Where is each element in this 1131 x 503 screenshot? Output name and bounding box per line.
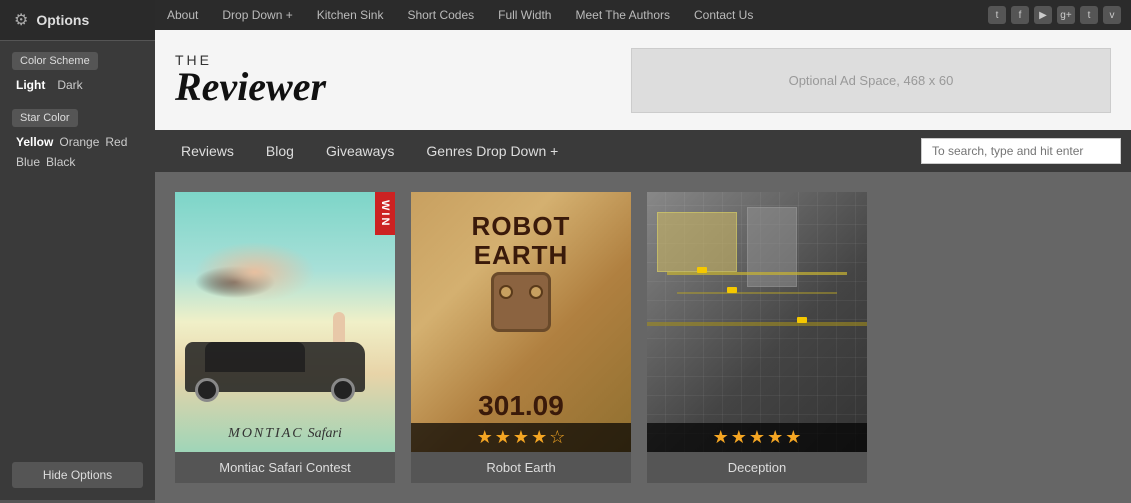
logo-reviewer: Reviewer	[175, 64, 326, 109]
social-twitter-icon[interactable]: t	[988, 6, 1006, 24]
top-nav-authors[interactable]: Meet The Authors	[563, 0, 682, 30]
book-title-2: Robot Earth	[411, 452, 631, 483]
star-d-1: ★	[713, 427, 729, 448]
site-logo[interactable]: THE Reviewer	[175, 53, 326, 107]
book-title-3: Deception	[647, 452, 867, 483]
site-header: THE Reviewer Optional Ad Space, 468 x 60	[155, 30, 1131, 130]
star-d-4: ★	[767, 427, 783, 448]
star-1: ★	[477, 427, 493, 448]
robot-earth-text: ROBOTEARTH	[431, 212, 611, 269]
star-d-5: ★	[785, 427, 801, 448]
star-color-red[interactable]: Red	[105, 135, 127, 149]
main-nav-links: Reviews Blog Giveaways Genres Drop Down …	[165, 130, 574, 172]
ad-space: Optional Ad Space, 468 x 60	[631, 48, 1111, 113]
book-card-2: ROBOTEARTH 301.09 ★ ★ ★ ★ ☆ Robot	[411, 192, 631, 483]
color-scheme-dark[interactable]: Dark	[57, 78, 82, 92]
book-stars-2: ★ ★ ★ ★ ☆	[411, 423, 631, 452]
book-card-3: ★ ★ ★ ★ ★ Deception	[647, 192, 867, 483]
book-cover-2[interactable]: ROBOTEARTH 301.09 ★ ★ ★ ★ ☆	[411, 192, 631, 452]
robot-earth-number: 301.09	[478, 390, 564, 422]
content-area: WIN MONTIAC Safari Montiac Safari Contes…	[155, 172, 1131, 503]
nav-reviews[interactable]: Reviews	[165, 130, 250, 172]
top-nav-links: About Drop Down + Kitchen Sink Short Cod…	[155, 0, 765, 30]
star-color-label: Star Color	[12, 109, 78, 127]
color-scheme-section: Color Scheme Light Dark	[0, 41, 155, 98]
top-nav-dropdown[interactable]: Drop Down +	[210, 0, 304, 30]
color-scheme-label: Color Scheme	[12, 52, 98, 70]
star-4: ★	[531, 427, 547, 448]
win-badge: WIN	[375, 192, 395, 235]
star-d-3: ★	[749, 427, 765, 448]
options-panel: ⚙ Options Color Scheme Light Dark Star C…	[0, 0, 155, 500]
star-color-section: Star Color Yellow Orange Red Blue Black	[0, 98, 155, 175]
star-2: ★	[495, 427, 511, 448]
options-title: Options	[36, 12, 89, 28]
star-color-orange[interactable]: Orange	[59, 135, 99, 149]
hide-options-button[interactable]: Hide Options	[12, 462, 143, 488]
social-google-icon[interactable]: g+	[1057, 6, 1075, 24]
color-scheme-light[interactable]: Light	[16, 78, 45, 92]
book-stars-3: ★ ★ ★ ★ ★	[647, 423, 867, 452]
star-half: ☆	[549, 427, 565, 448]
social-facebook-icon[interactable]: f	[1011, 6, 1029, 24]
main-nav: Reviews Blog Giveaways Genres Drop Down …	[155, 130, 1131, 172]
social-vimeo-icon[interactable]: v	[1103, 6, 1121, 24]
main-wrapper: About Drop Down + Kitchen Sink Short Cod…	[155, 0, 1131, 503]
star-d-2: ★	[731, 427, 747, 448]
top-nav-kitchen-sink[interactable]: Kitchen Sink	[305, 0, 396, 30]
book-title-1: Montiac Safari Contest	[175, 452, 395, 483]
star-color-blue[interactable]: Blue	[16, 155, 40, 169]
nav-blog[interactable]: Blog	[250, 130, 310, 172]
nav-giveaways[interactable]: Giveaways	[310, 130, 410, 172]
search-input[interactable]	[921, 138, 1121, 164]
star-3: ★	[513, 427, 529, 448]
social-youtube-icon[interactable]: ▶	[1034, 6, 1052, 24]
social-tumblr-icon[interactable]: t	[1080, 6, 1098, 24]
gear-icon: ⚙	[14, 10, 28, 30]
color-scheme-options: Light Dark	[12, 78, 143, 92]
top-nav-contact[interactable]: Contact Us	[682, 0, 765, 30]
social-icons: t f ▶ g+ t v	[988, 6, 1121, 24]
star-color-yellow[interactable]: Yellow	[16, 135, 53, 149]
book-cover-1[interactable]: WIN MONTIAC Safari	[175, 192, 395, 452]
star-color-options: Yellow Orange Red Blue Black	[12, 135, 143, 169]
star-color-black[interactable]: Black	[46, 155, 75, 169]
top-nav-about[interactable]: About	[155, 0, 210, 30]
ad-space-text: Optional Ad Space, 468 x 60	[789, 73, 954, 88]
top-nav-full-width[interactable]: Full Width	[486, 0, 563, 30]
nav-genres[interactable]: Genres Drop Down +	[410, 130, 574, 172]
book-card-1: WIN MONTIAC Safari Montiac Safari Contes…	[175, 192, 395, 483]
options-header: ⚙ Options	[0, 0, 155, 41]
top-nav: About Drop Down + Kitchen Sink Short Cod…	[155, 0, 1131, 30]
top-nav-short-codes[interactable]: Short Codes	[395, 0, 486, 30]
book-cover-3[interactable]: ★ ★ ★ ★ ★	[647, 192, 867, 452]
